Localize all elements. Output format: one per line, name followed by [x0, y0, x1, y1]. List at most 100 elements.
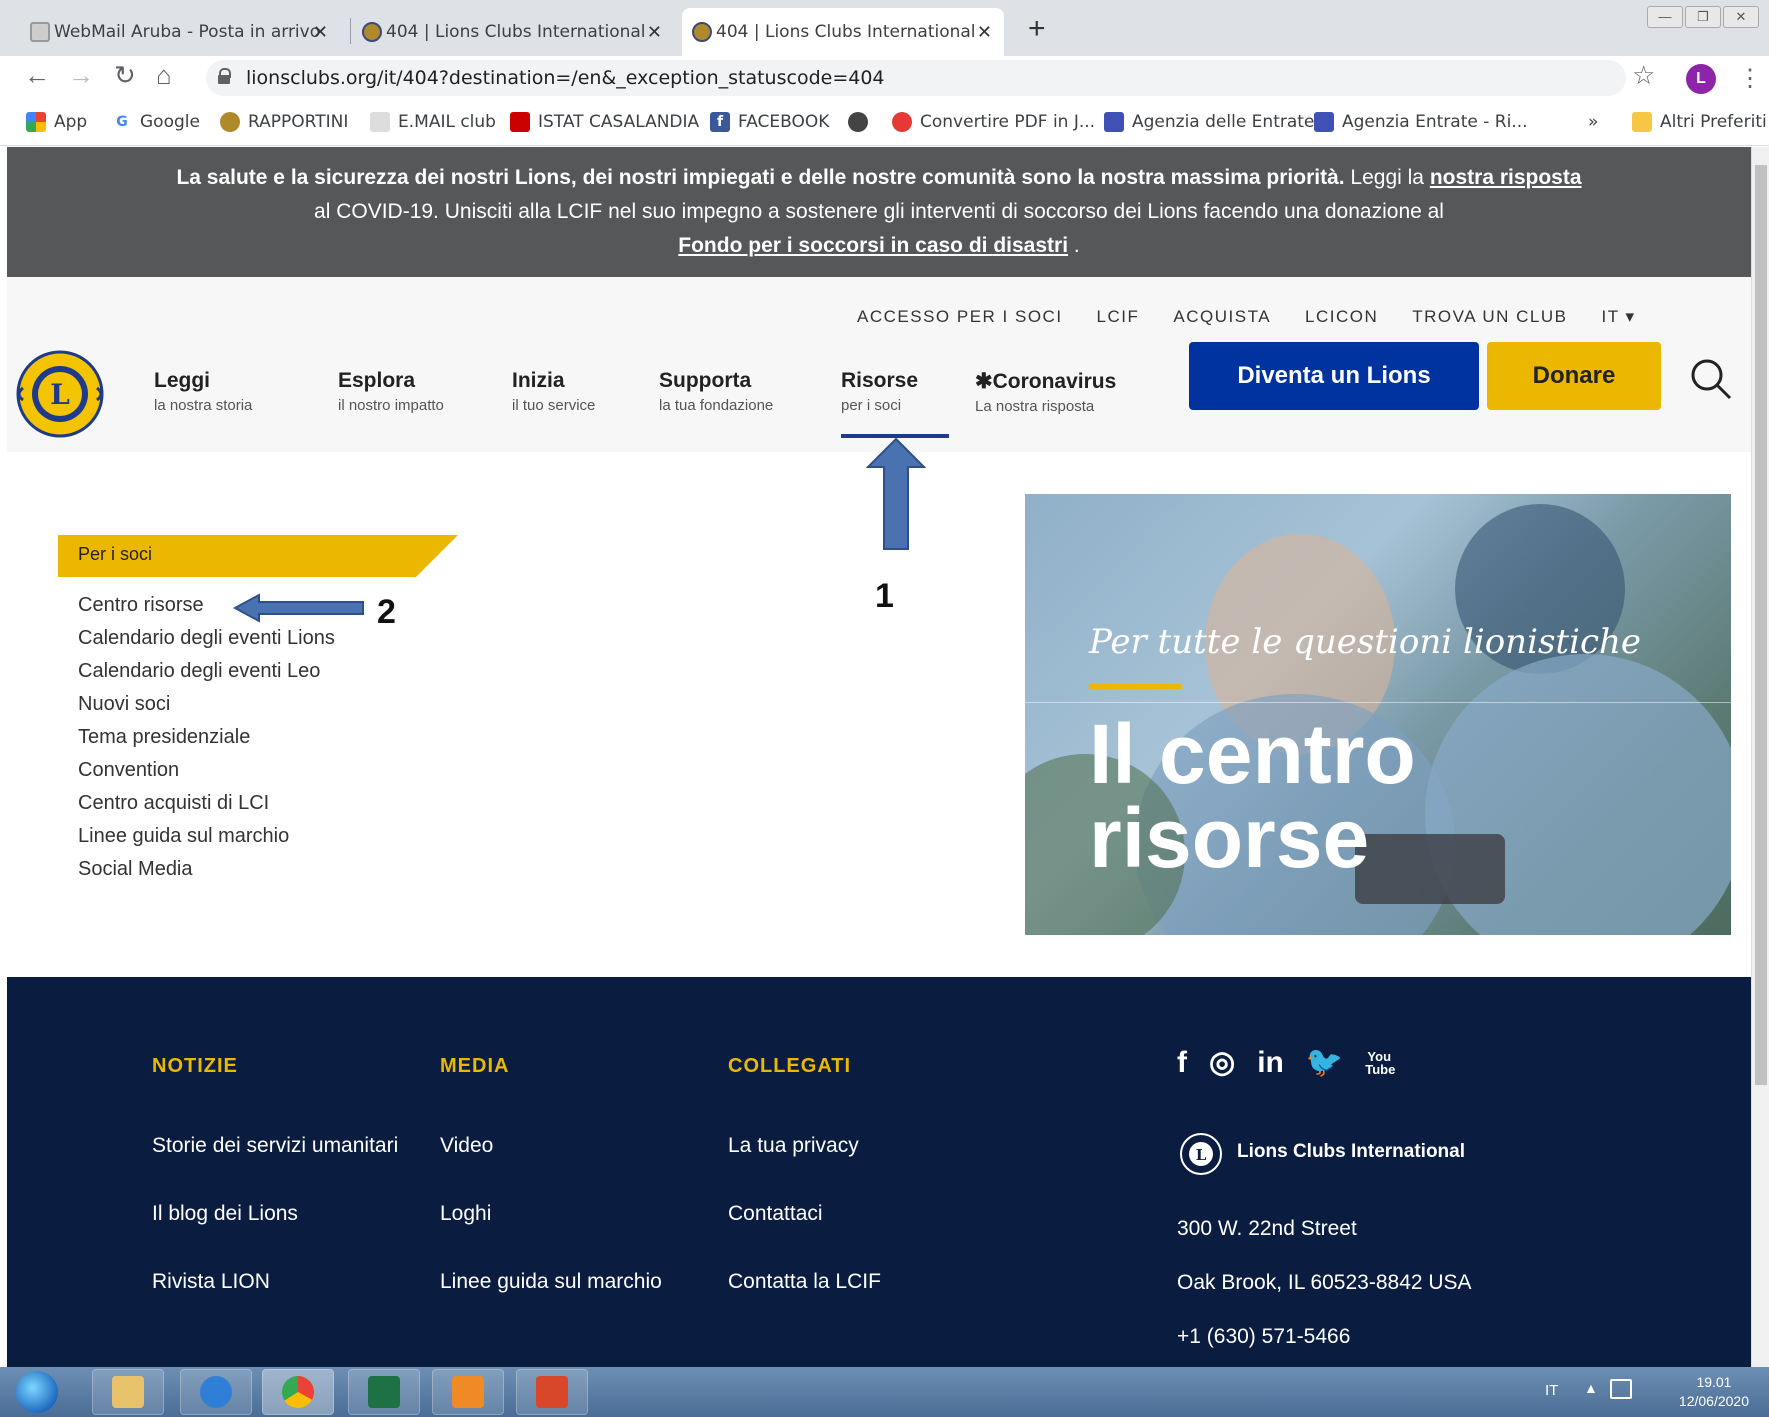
taskbar-media-player[interactable]	[432, 1369, 504, 1415]
annotation-label-2: 2	[377, 593, 396, 631]
link-lcif[interactable]: LCIF	[1097, 307, 1140, 327]
instagram-icon[interactable]: ◎	[1209, 1045, 1235, 1080]
twitter-icon[interactable]: 🐦	[1306, 1045, 1343, 1080]
browser-tab-bar: WebMail Aruba - Posta in arrivo ✕ 404 | …	[0, 0, 1769, 56]
close-icon[interactable]: ✕	[977, 22, 992, 43]
bookmark-globe[interactable]	[848, 112, 868, 132]
forward-arrow-icon[interactable]: →	[68, 60, 94, 91]
footer-link[interactable]: La tua privacy	[728, 1134, 859, 1158]
new-tab-button[interactable]: +	[1028, 12, 1046, 46]
tray-expand-icon[interactable]: ▲	[1584, 1380, 1598, 1396]
language-select[interactable]: IT ▾	[1601, 307, 1635, 327]
search-icon[interactable]	[1689, 357, 1733, 401]
close-icon[interactable]: ✕	[313, 22, 328, 43]
donate-button[interactable]: Donare	[1487, 342, 1661, 410]
tray-clock[interactable]: 19.01 12/06/2020	[1679, 1373, 1749, 1411]
chrome-icon	[282, 1376, 314, 1408]
sidebar-item-social-media[interactable]: Social Media	[78, 853, 335, 886]
footer-heading-collegati: COLLEGATI	[728, 1055, 852, 1077]
nav-leggi[interactable]: Leggi la nostra storia	[154, 369, 252, 414]
sidebar-item-nuovi-soci[interactable]: Nuovi soci	[78, 688, 335, 721]
footer-link[interactable]: Storie dei servizi umanitari	[152, 1134, 398, 1158]
youtube-icon[interactable]: You Tube	[1365, 1050, 1395, 1076]
profile-avatar[interactable]: L	[1686, 64, 1716, 94]
link-member-login[interactable]: ACCESSO PER I SOCI	[857, 307, 1063, 327]
bookmark-pdf-converter[interactable]: Convertire PDF in J...	[892, 112, 1095, 132]
bookmark-agenzia-entrate-ri[interactable]: Agenzia Entrate - Ri...	[1314, 112, 1528, 132]
taskbar-chrome[interactable]	[262, 1369, 334, 1415]
back-arrow-icon[interactable]: ←	[24, 60, 50, 91]
footer-link[interactable]: Linee guida sul marchio	[440, 1270, 662, 1294]
bookmark-google[interactable]: G Google	[112, 112, 200, 132]
mail-icon	[370, 112, 390, 132]
nav-risorse[interactable]: Risorse per i soci	[841, 369, 918, 414]
tab-title: 404 | Lions Clubs International	[716, 22, 976, 42]
footer-link[interactable]: Contatta la LCIF	[728, 1270, 881, 1294]
link-our-response[interactable]: nostra risposta	[1430, 166, 1582, 189]
annotation-arrow-left	[233, 593, 364, 623]
minimize-button[interactable]: —	[1647, 6, 1683, 28]
sidebar-list: Centro risorse Calendario degli eventi L…	[78, 589, 335, 886]
menu-dots-icon[interactable]: ⋮	[1738, 64, 1762, 93]
taskbar-app[interactable]	[516, 1369, 588, 1415]
bookmark-star-icon[interactable]: ☆	[1632, 60, 1655, 91]
sidebar-item-linee-guida[interactable]: Linee guida sul marchio	[78, 820, 335, 853]
footer-link[interactable]: Contattaci	[728, 1202, 823, 1226]
tab-lions-404[interactable]: 404 | Lions Clubs International ✕	[352, 8, 674, 56]
close-window-button[interactable]: ✕	[1723, 6, 1759, 28]
bookmark-rapportini[interactable]: RAPPORTINI	[220, 112, 348, 132]
link-find-club[interactable]: TROVA UN CLUB	[1412, 307, 1567, 327]
linkedin-icon[interactable]: in	[1257, 1046, 1284, 1080]
nav-inizia[interactable]: Inizia il tuo service	[512, 369, 595, 414]
taskbar-file-explorer[interactable]	[92, 1369, 164, 1415]
link-shop[interactable]: ACQUISTA	[1173, 307, 1271, 327]
link-lcicon[interactable]: LCICON	[1305, 307, 1378, 327]
agency-icon	[1314, 112, 1334, 132]
nav-coronavirus[interactable]: ✱Coronavirus La nostra risposta	[975, 369, 1116, 415]
reload-icon[interactable]: ↻	[114, 60, 136, 91]
network-icon[interactable]	[1610, 1379, 1632, 1399]
nav-supporta[interactable]: Supporta la tua fondazione	[659, 369, 773, 414]
bookmark-app[interactable]: App	[26, 112, 87, 132]
home-icon[interactable]: ⌂	[156, 60, 172, 91]
bookmarks-overflow[interactable]: »	[1588, 112, 1598, 132]
sidebar-item-convention[interactable]: Convention	[78, 754, 335, 787]
footer-link[interactable]: Loghi	[440, 1202, 491, 1226]
address-bar: ← → ↻ ⌂ lionsclubs.org/it/404?destinatio…	[0, 56, 1769, 100]
footer-link[interactable]: Il blog dei Lions	[152, 1202, 298, 1226]
taskbar-internet-explorer[interactable]	[180, 1369, 252, 1415]
bookmark-istat[interactable]: ISTAT CASALANDIA	[510, 112, 699, 132]
footer-link[interactable]: Video	[440, 1134, 493, 1158]
join-lions-button[interactable]: Diventa un Lions	[1189, 342, 1479, 410]
bookmark-agenzia-entrate[interactable]: Agenzia delle Entrate	[1104, 112, 1314, 132]
taskbar-excel[interactable]	[348, 1369, 420, 1415]
start-button[interactable]	[16, 1371, 58, 1413]
tab-lions-404-active[interactable]: 404 | Lions Clubs International ✕	[682, 8, 1004, 56]
link-disaster-fund[interactable]: Fondo per i soccorsi in caso di disastri	[678, 234, 1068, 257]
tab-title: 404 | Lions Clubs International	[386, 22, 646, 42]
lions-logo-icon[interactable]: L	[13, 348, 107, 440]
bookmark-folder-altri[interactable]: Altri Preferiti	[1632, 112, 1767, 132]
nav-esplora[interactable]: Esplora il nostro impatto	[338, 369, 444, 414]
sidebar-item-calendario-leo[interactable]: Calendario degli eventi Leo	[78, 655, 335, 688]
tray-language[interactable]: IT	[1545, 1382, 1558, 1399]
sidebar-item-tema-presidenziale[interactable]: Tema presidenziale	[78, 721, 335, 754]
footer-link[interactable]: Rivista LION	[152, 1270, 270, 1294]
hero-banner[interactable]: Per tutte le questioni lionistiche Il ce…	[1025, 494, 1731, 935]
maximize-button[interactable]: ❐	[1685, 6, 1721, 28]
facebook-icon[interactable]: f	[1177, 1046, 1187, 1080]
svg-text:L: L	[50, 378, 70, 411]
bookmark-facebook[interactable]: f FACEBOOK	[710, 112, 829, 132]
hero-accent-line	[1089, 684, 1181, 689]
tab-separator	[350, 18, 351, 44]
sidebar-item-calendario-lions[interactable]: Calendario degli eventi Lions	[78, 622, 335, 655]
bookmark-email-club[interactable]: E.MAIL club	[370, 112, 496, 132]
close-icon[interactable]: ✕	[647, 22, 662, 43]
tab-webmail[interactable]: WebMail Aruba - Posta in arrivo ✕	[20, 8, 340, 56]
scrollbar-thumb[interactable]	[1755, 165, 1767, 1085]
page-scrollbar[interactable]	[1751, 147, 1769, 1367]
banner-text: al COVID-19. Unisciti alla LCIF nel suo …	[314, 200, 1444, 223]
google-icon: G	[116, 114, 128, 130]
url-field[interactable]: lionsclubs.org/it/404?destination=/en&_e…	[206, 60, 1626, 96]
sidebar-item-centro-acquisti[interactable]: Centro acquisti di LCI	[78, 787, 335, 820]
